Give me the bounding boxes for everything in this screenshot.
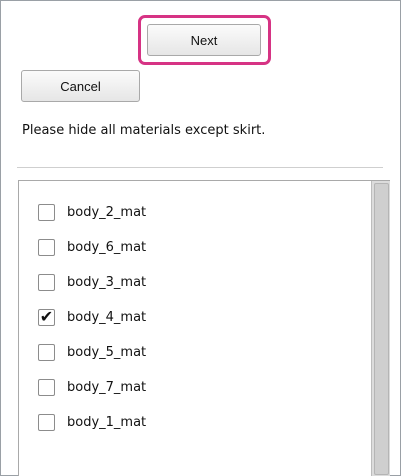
list-item[interactable]: ✔ body_4_mat bbox=[38, 306, 146, 328]
list-item[interactable]: body_5_mat bbox=[38, 341, 146, 363]
list-item[interactable]: body_3_mat bbox=[38, 271, 146, 293]
material-checkbox[interactable] bbox=[38, 343, 55, 361]
material-label: body_1_mat bbox=[67, 414, 147, 430]
material-checkbox[interactable] bbox=[38, 203, 55, 221]
material-label: body_3_mat bbox=[67, 274, 147, 290]
checkmark-icon: ✔ bbox=[39, 307, 54, 326]
material-label: body_5_mat bbox=[67, 344, 147, 360]
list-item[interactable]: body_7_mat bbox=[38, 376, 146, 398]
list-item[interactable]: body_2_mat bbox=[38, 201, 146, 223]
next-button[interactable]: Next bbox=[147, 24, 261, 56]
list-item[interactable]: body_1_mat bbox=[38, 411, 146, 433]
instruction-text: Please hide all materials except skirt. bbox=[22, 123, 266, 138]
list-scrollbar[interactable] bbox=[371, 181, 390, 476]
material-checkbox[interactable] bbox=[38, 238, 55, 256]
material-checkbox[interactable] bbox=[38, 413, 55, 431]
cancel-button[interactable]: Cancel bbox=[21, 70, 140, 102]
list-item[interactable]: body_6_mat bbox=[38, 236, 146, 258]
material-label: body_4_mat bbox=[67, 309, 147, 325]
material-label: body_2_mat bbox=[67, 204, 147, 220]
material-checkbox[interactable] bbox=[38, 273, 55, 291]
material-checkbox[interactable]: ✔ bbox=[38, 307, 55, 326]
divider bbox=[17, 167, 383, 168]
material-label: body_7_mat bbox=[67, 379, 147, 395]
material-label: body_6_mat bbox=[67, 239, 147, 255]
materials-list: body_2_mat body_6_mat body_3_mat ✔ body_… bbox=[18, 180, 390, 476]
scrollbar-thumb[interactable] bbox=[374, 183, 389, 475]
material-checkbox[interactable] bbox=[38, 378, 55, 396]
